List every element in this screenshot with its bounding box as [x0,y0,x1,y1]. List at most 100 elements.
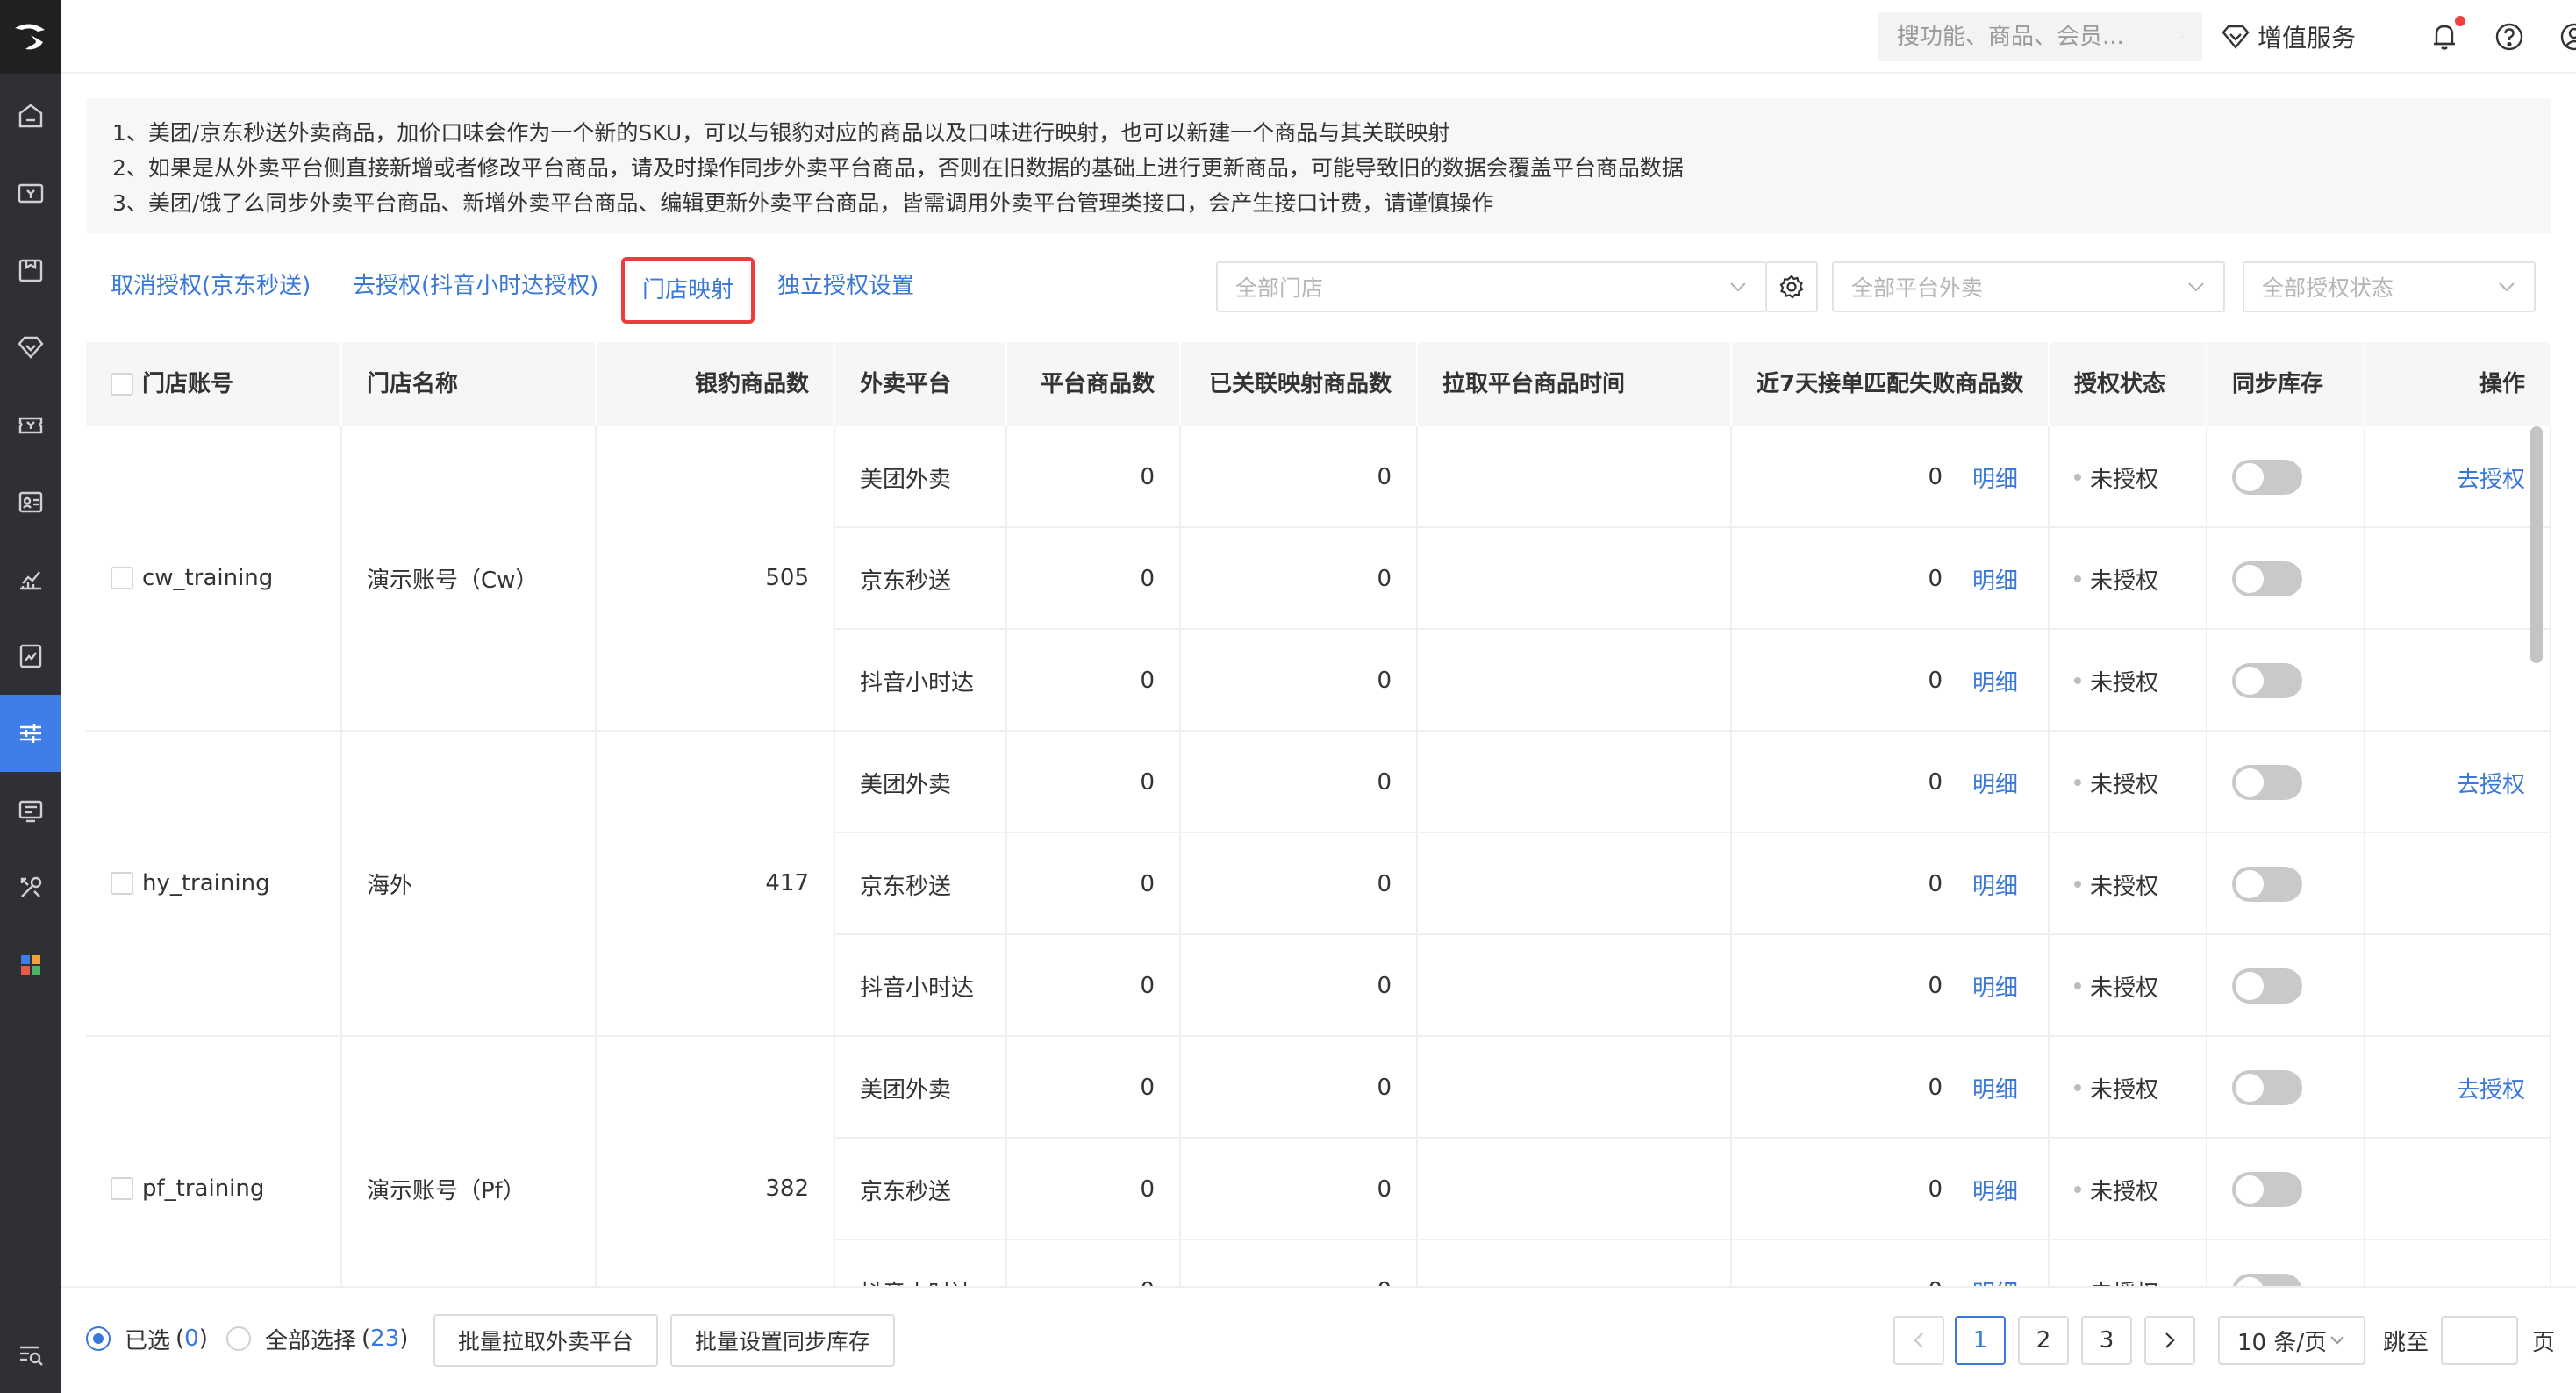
detail-link[interactable]: 明细 [1972,1072,2018,1104]
cell-sync-stock [2207,1139,2365,1240]
notification-button[interactable] [2420,12,2469,61]
store-group: cw_training 演示账号（Cw） 505 美团外卖 0 0 0 明细 未授权 去授权 京东秒… [86,426,2551,732]
chevron-right-icon [2165,1332,2175,1348]
value-added-button[interactable]: 增值服务 [2183,12,2394,61]
table-row: 美团外卖 0 0 0 明细 未授权 去授权 [835,1037,2551,1139]
store-mapping-link[interactable]: 门店映射 [621,257,755,324]
platform-text: 京东秒送 [860,1178,952,1205]
nav-home[interactable] [0,77,61,154]
cell-action [2365,528,2551,630]
select-all-label: 全部选择 [265,1327,357,1354]
cell-platform: 美团外卖 [835,426,1007,528]
prev-page-button[interactable] [1893,1316,1944,1365]
jump-page-input[interactable] [2441,1316,2518,1365]
nav-report[interactable] [0,540,61,618]
page-3-button[interactable]: 3 [2081,1316,2132,1365]
row-checkbox[interactable] [111,1177,133,1200]
auth-status-select[interactable]: 全部授权状态 [2243,261,2536,312]
cell-store-name: 演示账号（Cw） [342,426,597,732]
detail-link[interactable]: 明细 [1972,665,2018,697]
col-fail-count: 近7天接单匹配失败商品数 [1732,342,2050,426]
next-page-button[interactable] [2144,1316,2195,1365]
cell-store-name: 海外 [342,732,597,1037]
sync-stock-toggle[interactable] [2232,867,2302,902]
nav-member[interactable] [0,309,61,386]
sync-stock-toggle[interactable] [2232,765,2302,800]
platform-select[interactable]: 全部平台外卖 [1832,261,2225,312]
nav-settings-active[interactable] [0,695,61,772]
row-checkbox[interactable] [111,872,133,895]
chevron-down-icon [2499,282,2515,292]
cell-auth-status: 未授权 [2050,1037,2207,1139]
row-checkbox[interactable] [111,567,133,589]
nav-finance[interactable] [0,618,61,695]
cell-auth-status: 未授权 [2050,935,2207,1037]
chevron-down-icon [2188,282,2204,292]
cell-auth-status: 未授权 [2050,630,2207,732]
help-button[interactable] [2485,12,2534,61]
selected-label: 已选 [125,1327,171,1354]
nav-marketing[interactable] [0,386,61,463]
cell-mapped-count: 0 [1181,1139,1418,1240]
sync-stock-toggle[interactable] [2232,1172,2302,1207]
go-auth-link[interactable]: 去授权 [2457,461,2525,494]
sync-stock-toggle[interactable] [2232,1070,2302,1105]
footer-bar: 已选 (0) 全部选择 (23) 批量拉取外卖平台 批量设置同步库存 1 2 3… [61,1286,2576,1393]
detail-link[interactable]: 明细 [1972,461,2018,494]
go-auth-link[interactable]: 去授权 [2457,767,2525,799]
notice-line: 2、如果是从外卖平台侧直接新增或者修改平台商品，请及时操作同步外卖平台商品，否则… [112,155,1684,181]
detail-link[interactable]: 明细 [1972,563,2018,596]
nav-cashier[interactable] [0,154,61,232]
nav-menu-search[interactable] [0,1316,61,1393]
independent-auth-link[interactable]: 独立授权设置 [777,260,914,312]
nav-apps[interactable] [0,926,61,1004]
auth-status-text: 未授权 [2090,771,2159,798]
detail-link[interactable]: 明细 [1972,868,2018,901]
id-card-icon [18,491,43,513]
cancel-auth-link[interactable]: 取消授权(京东秒送) [111,260,311,312]
page-1-button[interactable]: 1 [1955,1316,2006,1365]
batch-sync-button[interactable]: 批量设置同步库存 [670,1314,896,1367]
search-input[interactable] [1897,24,2181,50]
table-scrollbar[interactable] [2530,426,2543,663]
nav-tools[interactable] [0,849,61,926]
cell-sync-stock [2207,732,2365,833]
store-settings-button[interactable] [1765,261,1818,312]
store-select-value: 全部门店 [1235,275,1324,301]
global-search[interactable] [1878,12,2202,61]
select-all-radio-group[interactable]: 全部选择 (23) [226,1314,408,1363]
sync-stock-toggle[interactable] [2232,663,2302,698]
user-button[interactable] [2550,12,2576,61]
store-select[interactable]: 全部门店 [1216,261,1767,312]
goods-count-text: 505 [765,565,809,591]
nav-goods[interactable] [0,232,61,309]
nav-takeout[interactable] [0,772,61,849]
select-all-radio[interactable] [226,1326,251,1351]
sync-stock-toggle[interactable] [2232,968,2302,1004]
cell-platform-count: 0 [1007,1037,1181,1139]
store-group: hy_training 海外 417 美团外卖 0 0 0 明细 未授权 去授权 京东秒送 0 0 0 明细… [86,732,2551,1037]
logo[interactable] [0,0,61,74]
cell-store-name: 演示账号（Pf） [342,1037,597,1286]
sync-stock-toggle[interactable] [2232,561,2302,596]
sync-stock-toggle[interactable] [2232,1274,2302,1286]
detail-link[interactable]: 明细 [1972,767,2018,799]
page-size-select[interactable]: 10 条/页 [2218,1316,2365,1365]
batch-pull-button[interactable]: 批量拉取外卖平台 [433,1314,659,1367]
selected-radio[interactable] [86,1326,111,1351]
detail-link[interactable]: 明细 [1972,970,2018,1003]
select-all-checkbox[interactable] [111,373,133,396]
douyin-auth-link[interactable]: 去授权(抖音小时达授权) [353,260,598,312]
page-2-button[interactable]: 2 [2018,1316,2069,1365]
cell-pull-time [1418,528,1732,630]
nav-staff[interactable] [0,463,61,540]
detail-link[interactable]: 明细 [1972,1174,2018,1206]
cell-platform-count: 0 [1007,528,1181,630]
cell-mapped-count: 0 [1181,833,1418,935]
sync-stock-toggle[interactable] [2232,460,2302,495]
detail-link[interactable]: 明细 [1972,1275,2018,1287]
account-text: pf_training [142,1175,265,1202]
selected-radio-group[interactable]: 已选 (0) [86,1314,208,1363]
col-account: 门店账号 [86,342,342,426]
go-auth-link[interactable]: 去授权 [2457,1072,2525,1104]
